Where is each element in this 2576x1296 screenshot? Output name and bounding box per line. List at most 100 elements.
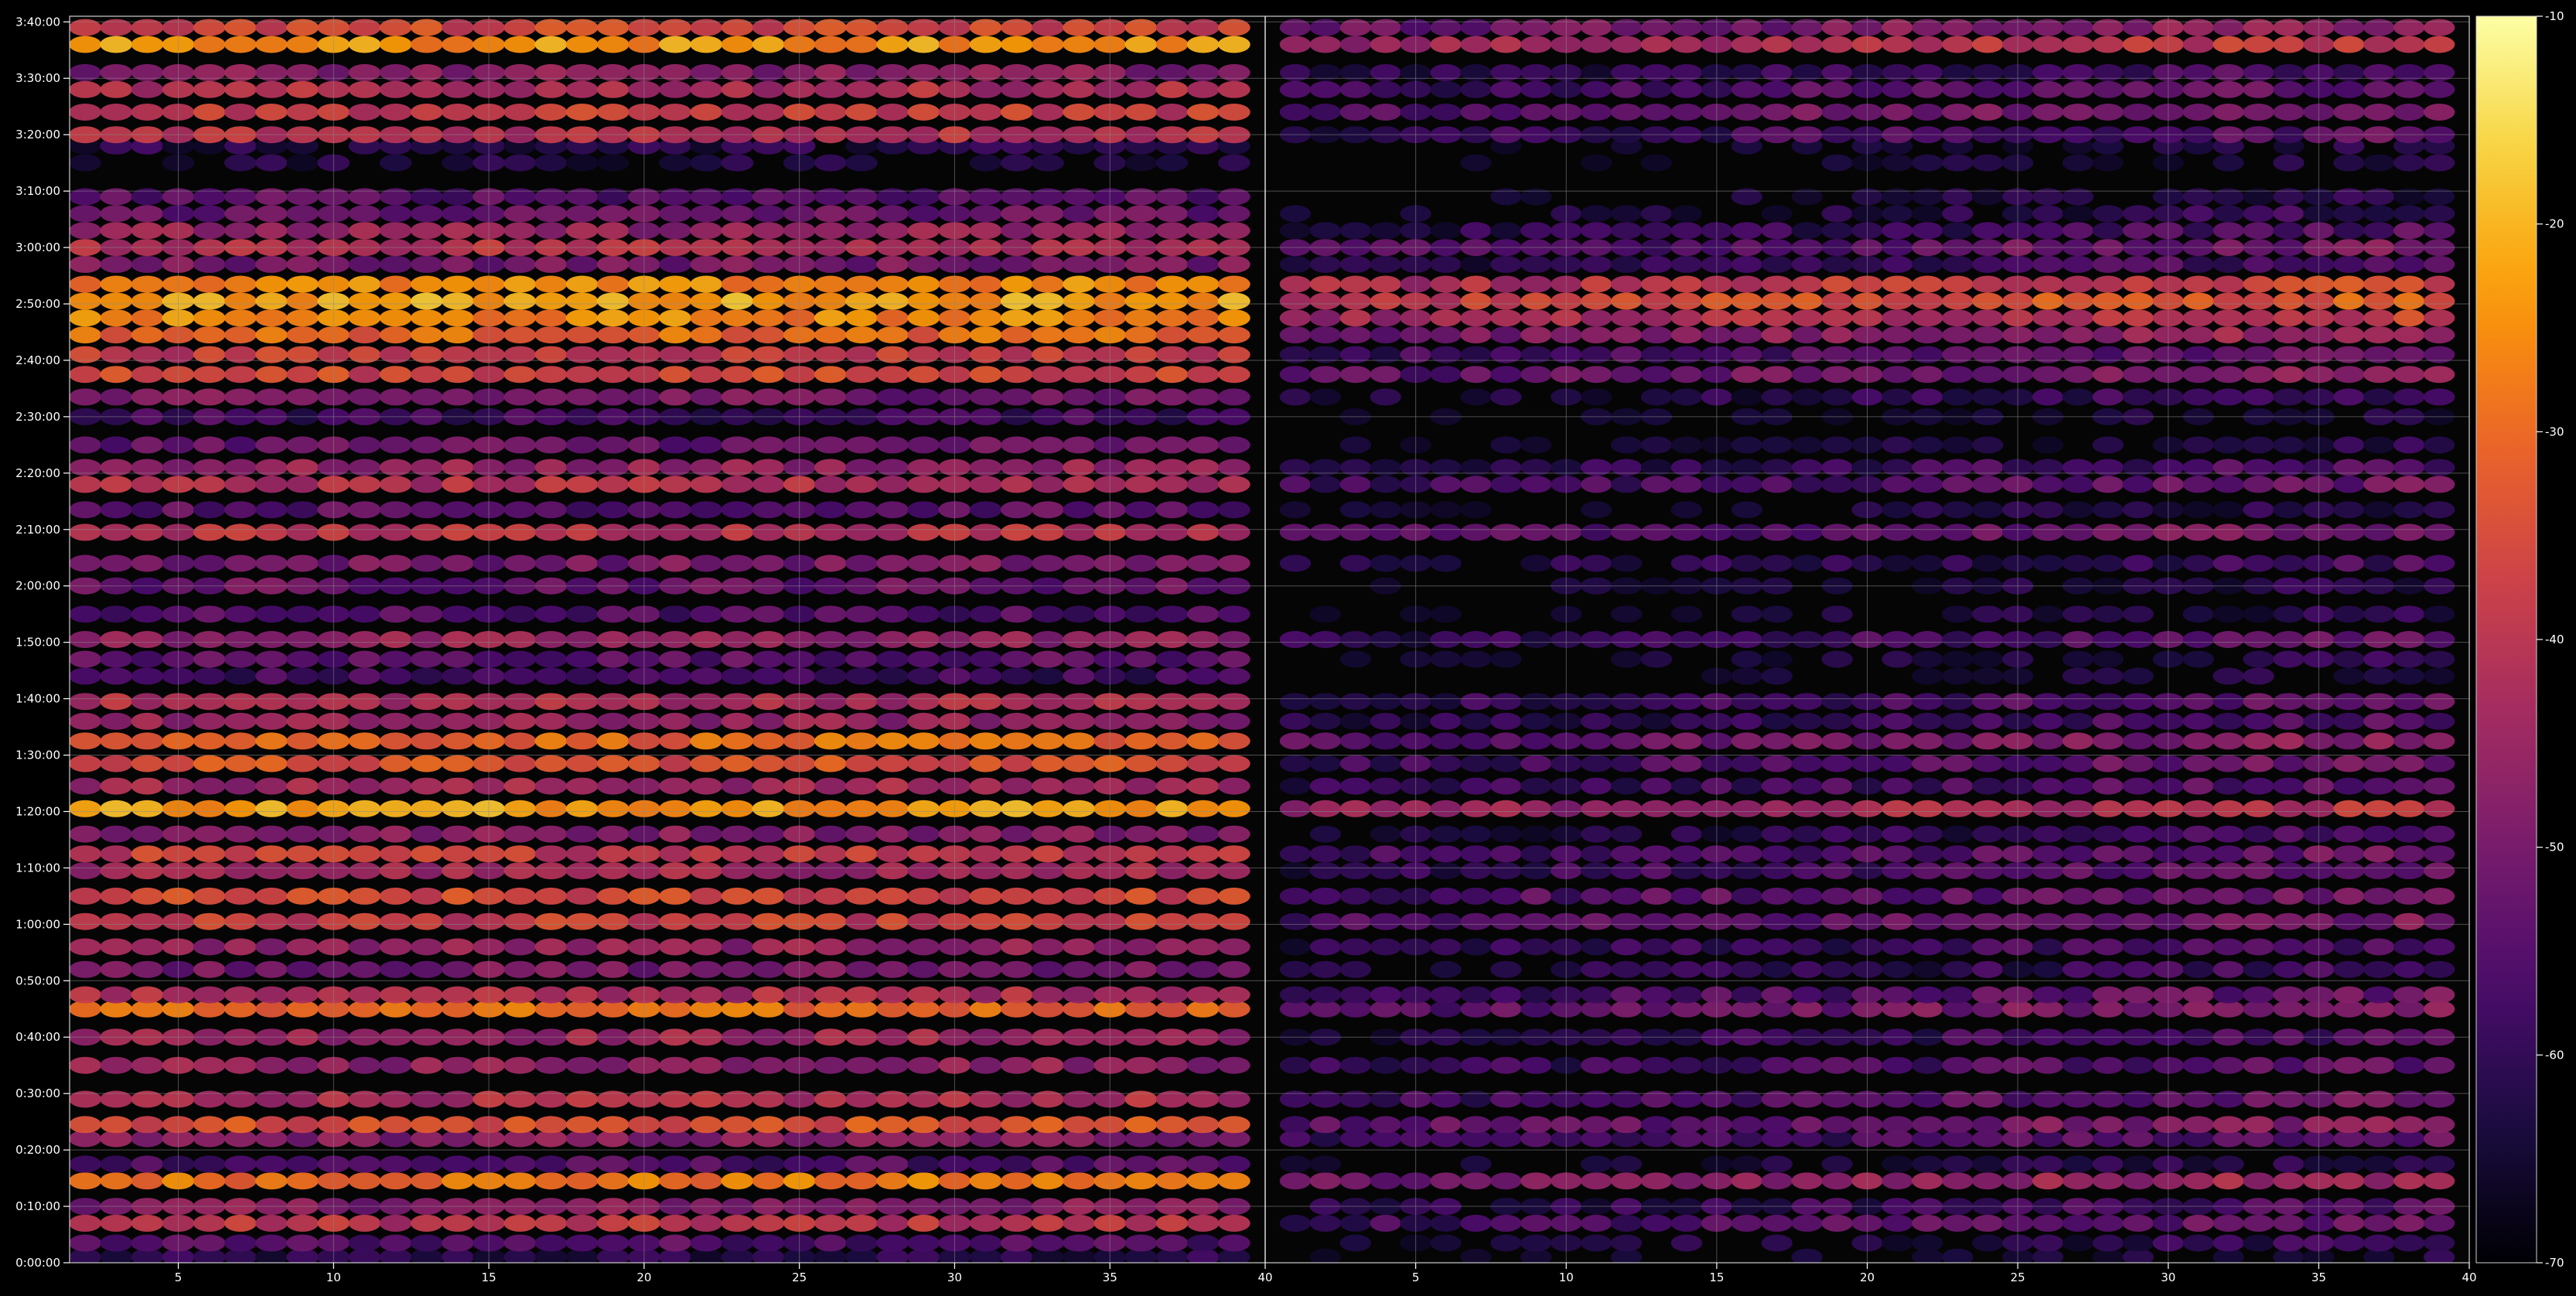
spectrogram-cell	[100, 222, 133, 240]
spectrogram-cell	[442, 755, 474, 772]
spectrogram-cell	[2393, 755, 2425, 772]
spectrogram-cell	[1581, 1234, 1612, 1252]
spectrogram-cell	[442, 1155, 474, 1173]
spectrogram-cell	[131, 862, 164, 880]
spectrogram-cell	[255, 80, 288, 98]
spectrogram-cell	[721, 1116, 754, 1134]
spectrogram-cell	[2423, 501, 2455, 519]
spectrogram-cell	[1640, 366, 1673, 384]
spectrogram-cell	[690, 205, 723, 223]
spectrogram-cell	[442, 366, 474, 384]
spectrogram-cell	[1670, 755, 1703, 772]
spectrogram-cell	[1063, 825, 1095, 843]
spectrogram-cell	[2393, 1172, 2425, 1190]
spectrogram-cell	[410, 631, 443, 648]
spectrogram-cell	[2032, 732, 2064, 750]
spectrogram-cell	[2092, 732, 2124, 750]
spectrogram-cell	[255, 777, 288, 795]
spectrogram-cell	[845, 292, 878, 310]
spectrogram-cell	[1610, 326, 1643, 344]
spectrogram-cell	[224, 1116, 257, 1134]
spectrogram-cell	[70, 800, 101, 817]
spectrogram-cell	[100, 388, 133, 406]
spectrogram-cell	[410, 693, 443, 711]
y-tick-label: 0:50:00	[15, 974, 60, 987]
spectrogram-cell	[100, 960, 133, 978]
spectrogram-cell	[845, 732, 878, 750]
spectrogram-cell	[1640, 326, 1673, 344]
spectrogram-cell	[255, 825, 288, 843]
spectrogram-cell	[1520, 36, 1552, 53]
spectrogram-cell	[2243, 800, 2274, 817]
spectrogram-cell	[1124, 1155, 1158, 1173]
spectrogram-cell	[1309, 693, 1342, 711]
spectrogram-cell	[2032, 366, 2064, 384]
spectrogram-cell	[410, 1116, 443, 1134]
spectrogram-cell	[1640, 309, 1673, 327]
spectrogram-cell	[348, 222, 381, 240]
spectrogram-cell	[1186, 960, 1220, 978]
spectrogram-cell	[286, 912, 319, 930]
spectrogram-cell	[1912, 777, 1943, 795]
spectrogram-cell	[442, 104, 474, 121]
spectrogram-cell	[410, 476, 443, 493]
spectrogram-cell	[503, 388, 537, 406]
spectrogram-cell	[1309, 275, 1342, 293]
spectrogram-cell	[1063, 755, 1095, 772]
spectrogram-cell	[1460, 80, 1492, 98]
spectrogram-cell	[503, 862, 537, 880]
spectrogram-cell	[969, 845, 1002, 863]
spectrogram-cell	[1032, 1172, 1064, 1190]
spectrogram-cell	[1821, 36, 1853, 53]
spectrogram-cell	[70, 887, 101, 905]
spectrogram-cell	[721, 554, 754, 572]
spectrogram-cell	[255, 104, 288, 121]
spectrogram-cell	[348, 326, 381, 344]
spectrogram-cell	[1791, 436, 1823, 454]
spectrogram-cell	[2243, 605, 2274, 623]
spectrogram-cell	[1186, 650, 1220, 668]
y-tick-label: 0:40:00	[15, 1030, 60, 1044]
spectrogram-cell	[193, 436, 226, 454]
spectrogram-cell	[721, 845, 754, 863]
spectrogram-cell	[1430, 501, 1462, 519]
spectrogram-cell	[845, 524, 878, 541]
figure-svg: 0:00:000:10:000:20:000:30:000:40:000:50:…	[0, 0, 2576, 1293]
spectrogram-cell	[1731, 986, 1762, 1004]
spectrogram-cell	[286, 1172, 319, 1190]
spectrogram-cell	[752, 667, 785, 685]
spectrogram-cell	[131, 476, 164, 493]
spectrogram-cell	[1610, 693, 1643, 711]
spectrogram-cell	[1912, 755, 1943, 772]
spectrogram-cell	[1610, 986, 1643, 1004]
spectrogram-cell	[1912, 366, 1943, 384]
spectrogram-cell	[1821, 104, 1853, 121]
spectrogram-cell	[1032, 862, 1064, 880]
spectrogram-cell	[1339, 862, 1372, 880]
spectrogram-cell	[690, 326, 723, 344]
spectrogram-cell	[2213, 777, 2244, 795]
spectrogram-cell	[1821, 887, 1853, 905]
spectrogram-cell	[876, 524, 909, 541]
spectrogram-cell	[348, 388, 381, 406]
spectrogram-cell	[1279, 712, 1312, 730]
spectrogram-cell	[1490, 800, 1522, 817]
spectrogram-cell	[1761, 366, 1793, 384]
spectrogram-cell	[969, 1155, 1002, 1173]
y-tick-label: 3:10:00	[15, 184, 60, 198]
spectrogram-cell	[690, 1056, 723, 1074]
spectrogram-cell	[814, 205, 847, 223]
spectrogram-cell	[2032, 554, 2064, 572]
spectrogram-cell	[503, 255, 537, 273]
spectrogram-cell	[596, 1214, 629, 1232]
spectrogram-cell	[1882, 650, 1913, 668]
y-tick-label: 3:30:00	[15, 71, 60, 85]
spectrogram-cell	[876, 104, 909, 121]
spectrogram-cell	[1186, 36, 1220, 53]
spectrogram-cell	[1460, 862, 1492, 880]
spectrogram-cell	[2273, 693, 2305, 711]
spectrogram-cell	[1339, 986, 1372, 1004]
spectrogram-cell	[1124, 693, 1158, 711]
spectrogram-cell	[1279, 255, 1312, 273]
spectrogram-cell	[845, 80, 878, 98]
